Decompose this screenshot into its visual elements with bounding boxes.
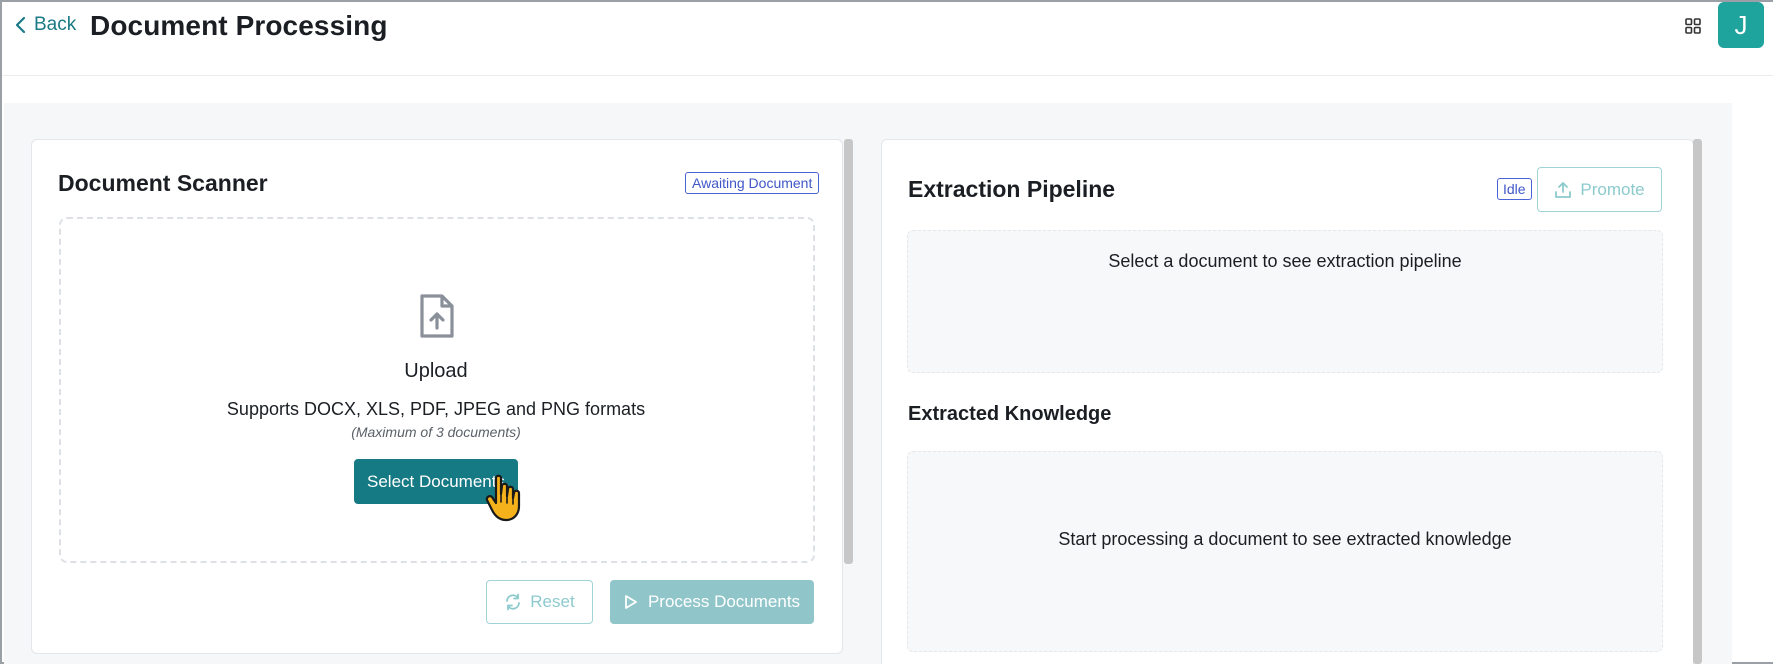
reset-label: Reset xyxy=(530,592,575,611)
pipeline-panel: Select a document to see extraction pipe… xyxy=(907,230,1663,373)
hand-cursor-icon xyxy=(485,474,521,522)
pipeline-empty-text: Select a document to see extraction pipe… xyxy=(1108,251,1462,271)
reset-button[interactable]: Reset xyxy=(486,580,593,624)
file-upload-icon xyxy=(420,294,454,338)
upload-tray-icon xyxy=(1555,181,1572,198)
avatar[interactable]: J xyxy=(1718,2,1764,48)
top-bar: Back Document Processing xyxy=(2,2,1773,76)
knowledge-title: Extracted Knowledge xyxy=(908,403,1112,425)
play-icon xyxy=(625,595,637,609)
supported-formats-text: Supports DOCX, XLS, PDF, JPEG and PNG fo… xyxy=(226,399,646,419)
knowledge-empty-text: Start processing a document to see extra… xyxy=(1058,529,1512,549)
page-title: Document Processing xyxy=(90,10,388,41)
grid-icon[interactable] xyxy=(1683,16,1703,36)
back-link[interactable]: Back xyxy=(14,14,76,36)
pipeline-scrollbar[interactable] xyxy=(1693,139,1702,664)
scanner-title: Document Scanner xyxy=(58,170,268,196)
process-label: Process Documents xyxy=(647,592,801,611)
upload-dropzone[interactable] xyxy=(59,217,815,563)
process-documents-button[interactable]: Process Documents xyxy=(610,580,814,624)
back-label: Back xyxy=(34,14,77,35)
scanner-scrollbar[interactable] xyxy=(844,139,853,564)
promote-button[interactable]: Promote xyxy=(1537,167,1662,212)
chevron-left-icon xyxy=(15,16,26,34)
max-documents-note: (Maximum of 3 documents) xyxy=(351,424,521,440)
pipeline-title: Extraction Pipeline xyxy=(908,176,1116,202)
scanner-status-badge: Awaiting Document xyxy=(685,172,820,194)
upload-label: Upload xyxy=(404,360,468,382)
knowledge-panel: Start processing a document to see extra… xyxy=(907,451,1663,652)
pipeline-status-badge: Idle xyxy=(1497,178,1532,200)
refresh-icon xyxy=(506,593,521,611)
promote-label: Promote xyxy=(1580,179,1645,199)
